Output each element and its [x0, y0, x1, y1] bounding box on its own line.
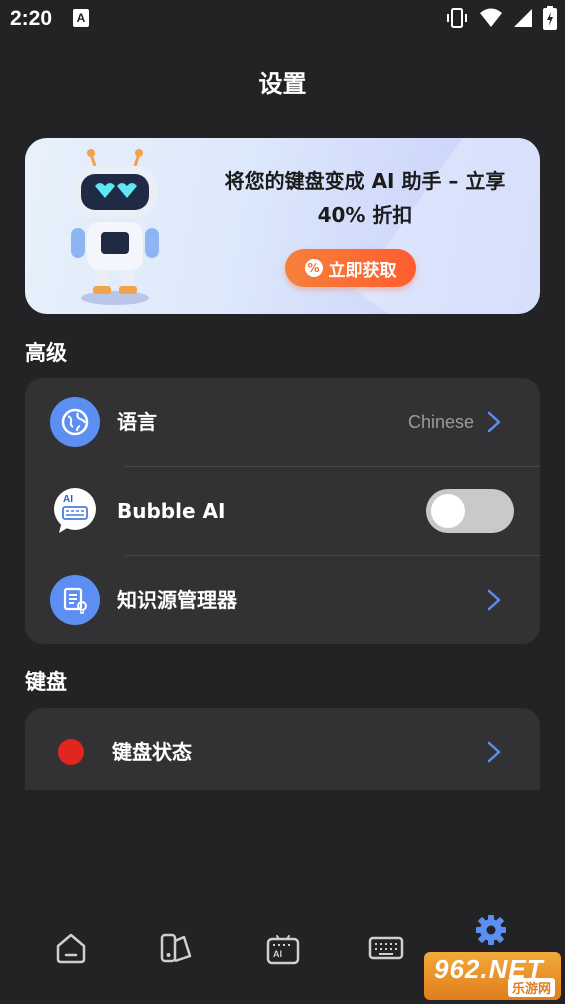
status-icons: [445, 6, 557, 30]
bubble-ai-icon: [54, 488, 96, 533]
vibrate-icon: [447, 8, 467, 28]
section-title-keyboard: 键盘: [25, 670, 67, 694]
settings-icon: [476, 915, 506, 945]
ai-label: AI: [273, 949, 282, 959]
bubble-ai-row: AI Bubble AI: [25, 467, 540, 555]
page-title: 设置: [258, 70, 307, 98]
chevron-right-icon: [487, 589, 501, 611]
language-value: Chinese: [407, 412, 474, 432]
bubble-ai-label: Bubble AI: [117, 499, 226, 523]
watermark-sub: 乐游网: [507, 978, 555, 997]
ai-keyboard-icon: [266, 935, 300, 965]
theme-icon: [160, 933, 192, 963]
status-bar: 2:20 A: [0, 0, 565, 40]
get-now-button[interactable]: % 立即获取: [285, 249, 416, 287]
nav-ai-keyboard[interactable]: AI: [263, 928, 303, 968]
wifi-icon: [480, 8, 502, 27]
banner-line-1: 将您的键盘变成 AI 助手 – 立享: [224, 169, 506, 193]
toggle-knob: [431, 494, 465, 528]
signal-icon: [514, 9, 532, 27]
bubble-ai-toggle[interactable]: [426, 489, 514, 533]
language-row[interactable]: 语言 Chinese: [25, 378, 540, 466]
battery-icon: [543, 6, 557, 30]
keyboard-icon: [368, 936, 404, 960]
advanced-card: 语言 Chinese AI Bubble AI 知识源管理器: [25, 378, 540, 644]
chevron-right-icon: [487, 741, 501, 763]
promo-banner[interactable]: 将您的键盘变成 AI 助手 – 立享 40% 折扣 % 立即获取: [25, 138, 540, 314]
knowledge-doc-icon: [50, 575, 100, 625]
watermark-logo: 962.NET 乐游网: [424, 952, 561, 1000]
section-title-advanced: 高级: [25, 341, 67, 365]
keyboard-status-label: 键盘状态: [112, 740, 192, 764]
nav-theme[interactable]: [156, 928, 196, 968]
bubble-ai-badge: AI: [63, 494, 73, 505]
chevron-right-icon: [487, 411, 501, 433]
keyboard-status-row[interactable]: 键盘状态: [25, 708, 540, 790]
nav-keyboard[interactable]: [366, 928, 406, 968]
notification-icon: A: [73, 9, 89, 27]
nav-home[interactable]: [51, 928, 91, 968]
get-now-label: 立即获取: [328, 260, 397, 281]
banner-line-2: 40% 折扣: [317, 203, 413, 227]
status-dot: [58, 739, 84, 765]
status-time: 2:20: [10, 7, 53, 30]
keyboard-card: 键盘状态: [25, 708, 540, 790]
knowledge-source-row[interactable]: 知识源管理器: [25, 556, 540, 644]
nav-settings[interactable]: [471, 910, 511, 950]
knowledge-source-label: 知识源管理器: [117, 588, 237, 612]
globe-icon: [50, 397, 100, 447]
discount-icon: %: [304, 259, 323, 277]
home-icon: [56, 933, 86, 964]
banner-text: 将您的键盘变成 AI 助手 – 立享 40% 折扣: [195, 164, 535, 232]
robot-mascot-icon: [71, 149, 159, 305]
language-label: 语言: [117, 410, 157, 434]
